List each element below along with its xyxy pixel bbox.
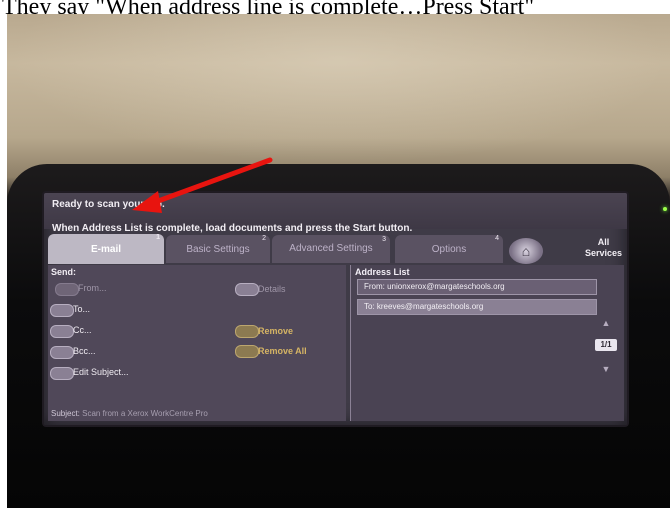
all-services-icon[interactable]: ⌂	[509, 238, 543, 264]
tab-basic-settings[interactable]: Basic Settings 2	[166, 235, 270, 263]
remove-all-button[interactable]	[235, 345, 259, 358]
tab-options-label: Options	[431, 243, 467, 255]
edit-subject-button[interactable]	[50, 367, 74, 380]
bcc-button-label: Bcc...	[73, 346, 96, 356]
all-services-button[interactable]: All Services	[580, 237, 627, 259]
subject-line: Subject: Scan from a Xerox WorkCentre Pr…	[51, 409, 208, 418]
cc-button-label: Cc...	[73, 325, 92, 335]
remove-all-button-label: Remove All	[258, 346, 307, 356]
tab-basic-settings-label: Basic Settings	[186, 243, 250, 255]
remove-button[interactable]	[235, 325, 259, 338]
device-photo: Ready to scan your job. When Address Lis…	[7, 14, 670, 508]
tab-email[interactable]: E-mail 1	[48, 234, 164, 264]
address-list-panel: Address List From: unionxerox@margatesch…	[350, 265, 624, 421]
tab-basic-settings-number: 2	[262, 235, 266, 242]
edit-subject-label: Edit Subject...	[73, 367, 129, 377]
cc-button[interactable]	[50, 325, 74, 338]
bcc-button[interactable]	[50, 346, 74, 359]
status-led	[663, 207, 667, 211]
scroll-up-button[interactable]: ▲	[595, 313, 617, 333]
wall-background	[7, 14, 670, 164]
to-button-label: To...	[73, 304, 91, 314]
details-button[interactable]	[235, 283, 259, 296]
tab-email-label: E-mail	[90, 243, 121, 255]
subject-label: Subject:	[51, 409, 80, 418]
tab-options[interactable]: Options 4	[395, 235, 503, 263]
tab-advanced-settings-number: 3	[382, 236, 386, 243]
status-message: Ready to scan your job.	[52, 199, 165, 210]
from-button[interactable]	[55, 283, 79, 296]
address-list-title: Address List	[355, 267, 410, 277]
touch-screen: Ready to scan your job. When Address Lis…	[42, 191, 629, 427]
from-button-label: From...	[78, 283, 107, 293]
tab-email-number: 1	[156, 234, 160, 241]
subject-value: Scan from a Xerox WorkCentre Pro	[82, 409, 208, 418]
instruction-message: When Address List is complete, load docu…	[52, 223, 413, 234]
send-panel: Send: From... To... Cc... Bcc... Edit Su…	[48, 265, 346, 421]
tab-advanced-settings-label: Advanced Settings	[289, 243, 373, 254]
to-button[interactable]	[50, 304, 74, 317]
page-indicator: 1/1	[595, 339, 617, 351]
address-row-to[interactable]: To: kreeves@margateschools.org	[357, 299, 597, 315]
tab-advanced-settings[interactable]: Advanced Settings 3	[272, 235, 390, 263]
scroll-down-button[interactable]: ▼	[595, 359, 617, 379]
address-row-from[interactable]: From: unionxerox@margateschools.org	[357, 279, 597, 295]
send-label: Send:	[51, 267, 77, 277]
tab-options-number: 4	[495, 235, 499, 242]
details-button-label: Details	[258, 284, 286, 294]
remove-button-label: Remove	[258, 326, 294, 336]
